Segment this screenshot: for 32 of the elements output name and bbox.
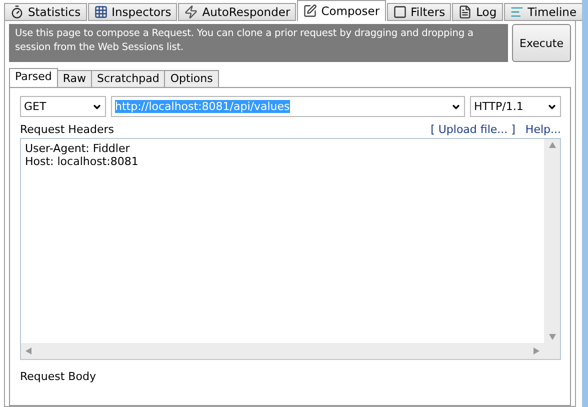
- tab[interactable]: Options: [164, 70, 219, 87]
- method-dropdown[interactable]: GET: [20, 96, 106, 117]
- tab[interactable]: Scratchpad: [91, 70, 166, 87]
- lines-icon: [510, 5, 524, 19]
- help-link[interactable]: Help...: [525, 123, 561, 136]
- arrow-icon[interactable]: [548, 334, 556, 340]
- document-icon: [458, 5, 472, 19]
- version-dropdown[interactable]: HTTP/1.1: [470, 96, 561, 117]
- upload-link[interactable]: [ Upload file... ]: [430, 123, 516, 136]
- tab[interactable]: Statistics: [4, 3, 87, 21]
- vertical-scrollbar[interactable]: [544, 139, 560, 343]
- tab[interactable]: Filters: [386, 3, 452, 21]
- tab[interactable]: Inspectors: [88, 3, 178, 21]
- arrow-icon[interactable]: [548, 142, 556, 148]
- grid-icon: [94, 5, 108, 19]
- execute-button[interactable]: Execute: [512, 24, 571, 62]
- tab[interactable]: Parsed: [9, 68, 58, 87]
- timer-icon: [10, 5, 24, 19]
- info-banner: Use this page to compose a Request. You can clone a prior request by dragging and dropping a session from the Web Sessions list.: [9, 24, 508, 62]
- headers-label: Request Headers: [20, 123, 115, 136]
- arrow-icon[interactable]: [534, 348, 540, 354]
- arrow-icon[interactable]: [26, 348, 32, 354]
- lightning-icon: [184, 5, 198, 19]
- tab[interactable]: AutoResponder: [178, 3, 296, 21]
- tab[interactable]: Timeline: [504, 3, 582, 21]
- tab[interactable]: Raw: [56, 70, 92, 87]
- square-icon: [392, 5, 407, 19]
- tab[interactable]: Composer: [297, 0, 386, 21]
- horizontal-scrollbar[interactable]: [21, 343, 544, 359]
- body-label: Request Body: [20, 370, 97, 383]
- pencil-icon: [303, 4, 318, 18]
- tab[interactable]: Log: [452, 3, 503, 21]
